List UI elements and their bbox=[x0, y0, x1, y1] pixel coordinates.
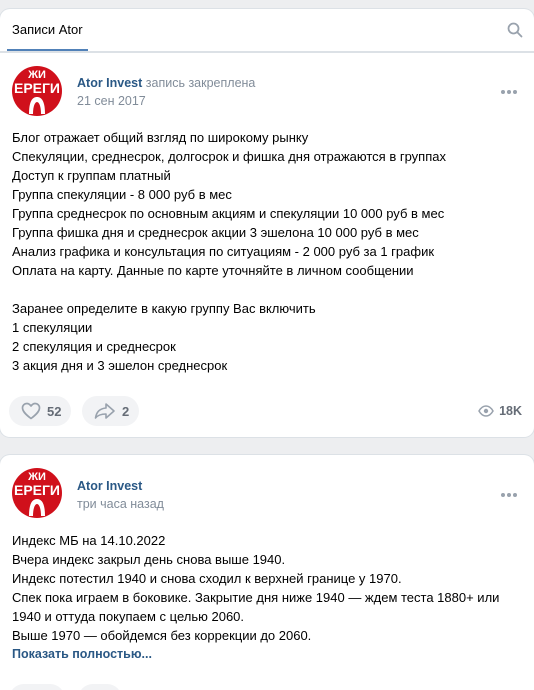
svg-text:ЕРЕГИ: ЕРЕГИ bbox=[14, 482, 60, 498]
more-options-icon[interactable] bbox=[501, 90, 519, 96]
share-button[interactable] bbox=[78, 684, 122, 690]
wall-header: Записи Ator bbox=[0, 9, 534, 51]
post-line: 3 акция дня и 3 эшелон среднесрок bbox=[12, 358, 228, 373]
views-counter: 18K bbox=[478, 404, 522, 418]
heart-icon bbox=[21, 402, 41, 420]
post-date[interactable]: 21 сен 2017 bbox=[77, 94, 146, 108]
post-line: Индекс потестил 1940 и снова сходил к ве… bbox=[12, 571, 402, 586]
search-icon[interactable] bbox=[507, 22, 523, 38]
post-line: Анализ графика и консультация по ситуаци… bbox=[12, 244, 435, 259]
post-line: Группа среднесрок по основным акциям и с… bbox=[12, 206, 445, 221]
post-date[interactable]: три часа назад bbox=[77, 497, 164, 511]
like-button[interactable] bbox=[9, 684, 65, 690]
share-button[interactable]: 2 bbox=[82, 396, 140, 426]
post-line: Группа фишка дня и среднесрок акции 3 эш… bbox=[12, 225, 419, 240]
post-line: Спекуляции, среднесрок, долгосрок и фишк… bbox=[12, 149, 446, 164]
post-text: Индекс МБ на 14.10.2022 Вчера индекс зак… bbox=[12, 531, 524, 664]
views-count: 18K bbox=[499, 404, 522, 418]
share-icon bbox=[94, 403, 115, 419]
post-line bbox=[12, 280, 524, 299]
post-author-line: Ator Invest запись закреплена bbox=[77, 76, 255, 90]
post-line: Группа спекуляции - 8 000 руб в мес bbox=[12, 187, 232, 202]
author-link[interactable]: Ator Invest bbox=[77, 76, 142, 90]
post: ЖИ ЕРЕГИ Ator Invest запись закреплена 2… bbox=[0, 53, 534, 437]
avatar-logo-icon: ЖИ ЕРЕГИ bbox=[12, 66, 62, 116]
like-button[interactable]: 52 bbox=[9, 396, 72, 426]
post-line: 1 спекуляции bbox=[12, 320, 93, 335]
post-line: Оплата на карту. Данные по карте уточняй… bbox=[12, 263, 414, 278]
post-line: 1940 и оттуда покупаем с целью 2060. bbox=[12, 609, 245, 624]
post-line: Спек пока играем в боковике. Закрытие дн… bbox=[12, 590, 500, 605]
like-count: 52 bbox=[47, 403, 62, 419]
tab-posts[interactable]: Записи Ator bbox=[7, 9, 88, 51]
pinned-label: запись закреплена bbox=[145, 76, 256, 90]
post-line: Доступ к группам платный bbox=[12, 168, 171, 183]
post-line: Индекс МБ на 14.10.2022 bbox=[12, 533, 166, 548]
post-line: Блог отражает общий взгляд по широкому р… bbox=[12, 130, 309, 145]
show-more-link[interactable]: Показать полностью... bbox=[12, 645, 524, 664]
share-count: 2 bbox=[122, 403, 130, 419]
avatar[interactable]: ЖИ ЕРЕГИ bbox=[12, 468, 62, 518]
avatar-logo-icon: ЖИ ЕРЕГИ bbox=[12, 468, 62, 518]
post-line: Заранее определите в какую группу Вас вк… bbox=[12, 301, 316, 316]
more-options-icon[interactable] bbox=[501, 493, 519, 499]
author-link[interactable]: Ator Invest bbox=[77, 479, 142, 493]
post-text: Блог отражает общий взгляд по широкому р… bbox=[12, 128, 524, 375]
post-line: 2 спекуляция и среднесрок bbox=[12, 339, 176, 354]
post: ЖИ ЕРЕГИ Ator Invest три часа назад Инде… bbox=[0, 455, 534, 690]
post-line: Выше 1970 — обойдемся без коррекции до 2… bbox=[12, 628, 312, 643]
eye-icon bbox=[478, 405, 494, 417]
post-line: Вчера индекс закрыл день снова выше 1940… bbox=[12, 552, 286, 567]
svg-text:ЕРЕГИ: ЕРЕГИ bbox=[14, 80, 60, 96]
avatar[interactable]: ЖИ ЕРЕГИ bbox=[12, 66, 62, 116]
